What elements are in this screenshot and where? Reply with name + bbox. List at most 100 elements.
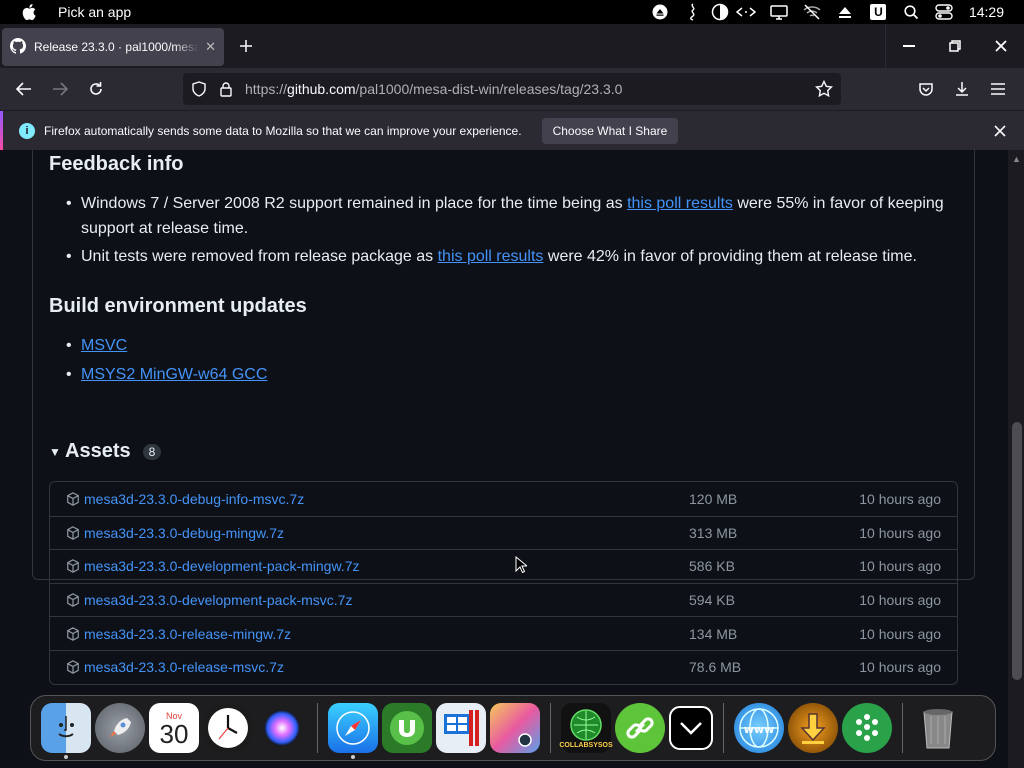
- menu-hamburger-icon[interactable]: [980, 73, 1016, 105]
- www-globe-icon[interactable]: www: [734, 703, 784, 753]
- utorrent-icon[interactable]: [382, 703, 432, 753]
- scroll-up-icon[interactable]: ▲: [1012, 154, 1021, 164]
- assets-header[interactable]: ▼ Assets 8: [49, 440, 162, 463]
- chevron-down-icon[interactable]: [669, 706, 713, 750]
- feedback-heading: Feedback info: [49, 153, 184, 175]
- macos-dock: Nov 30 COLLABSYSOS www: [30, 695, 996, 761]
- pocket-icon[interactable]: [908, 73, 944, 105]
- reload-button[interactable]: [78, 73, 114, 105]
- wifi-off-icon[interactable]: [796, 0, 829, 24]
- link-chain-icon[interactable]: [615, 703, 665, 753]
- asset-size: 594 KB: [689, 592, 735, 609]
- asset-date: 10 hours ago: [859, 558, 941, 575]
- window-controls: [885, 24, 1024, 68]
- tab-close-icon[interactable]: ✕: [205, 39, 216, 55]
- page-viewport: Feedback info Windows 7 / Server 2008 R2…: [0, 150, 1008, 768]
- back-button[interactable]: [6, 73, 42, 105]
- contrast-icon[interactable]: [710, 0, 730, 24]
- active-app-name[interactable]: Pick an app: [58, 4, 131, 20]
- parallels-icon[interactable]: [436, 703, 486, 753]
- asset-row: mesa3d-23.3.0-development-pack-msvc.7z 59…: [50, 582, 957, 617]
- msvc-link[interactable]: MSVC: [81, 337, 127, 354]
- poll-results-link[interactable]: this poll results: [627, 195, 733, 212]
- close-window-button[interactable]: [978, 24, 1024, 68]
- upload-triangle-icon[interactable]: [829, 0, 862, 24]
- tracking-shield-icon[interactable]: [191, 81, 207, 97]
- feedback-item: Windows 7 / Server 2008 R2 support remai…: [49, 191, 949, 241]
- clock-icon[interactable]: [203, 703, 253, 753]
- asset-download-link[interactable]: mesa3d-23.3.0-development-pack-msvc.7z: [84, 592, 352, 608]
- tab-title: Release 23.3.0 · pal1000/mesa-dist-win: [34, 40, 199, 54]
- page-scrollbar[interactable]: ▲: [1008, 150, 1024, 768]
- search-icon[interactable]: [895, 0, 928, 24]
- eject-circle-icon[interactable]: [644, 0, 677, 24]
- feedback-list: Windows 7 / Server 2008 R2 support remai…: [49, 191, 949, 269]
- asset-download-link[interactable]: mesa3d-23.3.0-development-pack-mingw.7z: [84, 558, 359, 574]
- build-env-heading: Build environment updates: [49, 295, 307, 317]
- notification-close-icon[interactable]: [990, 121, 1010, 141]
- caret-down-icon[interactable]: ▼: [49, 445, 65, 459]
- msys2-link[interactable]: MSYS2 MinGW-w64 GCC: [81, 366, 267, 383]
- asset-row: mesa3d-23.3.0-debug-mingw.7z 313 MB 10 hou…: [50, 515, 957, 550]
- package-icon: [66, 626, 82, 641]
- code-arrows-icon[interactable]: [730, 0, 763, 24]
- package-icon: [66, 593, 82, 607]
- restore-button[interactable]: [932, 24, 978, 68]
- asset-row: mesa3d-23.3.0-debug-info-msvc.7z 120 MB 10…: [50, 482, 957, 516]
- asset-download-link[interactable]: mesa3d-23.3.0-debug-info-msvc.7z: [84, 491, 304, 507]
- group-people-icon[interactable]: [842, 703, 892, 753]
- build-env-list: MSVC MSYS2 MinGW-w64 GCC: [49, 333, 949, 387]
- browser-nav-bar: https://github.com/pal1000/mesa-dist-win…: [0, 68, 1024, 110]
- package-icon: [66, 559, 82, 574]
- launchpad-icon[interactable]: [95, 703, 145, 753]
- assets-table: mesa3d-23.3.0-debug-info-msvc.7z 120 MB 10…: [49, 481, 958, 685]
- preview-icon[interactable]: [490, 703, 540, 753]
- macos-menu-bar: Pick an app U 14:29: [0, 0, 1024, 24]
- forward-button[interactable]: [42, 73, 78, 105]
- browser-tab-bar: Release 23.3.0 · pal1000/mesa-dist-win ✕: [0, 24, 1024, 68]
- asset-download-link[interactable]: mesa3d-23.3.0-release-mingw.7z: [84, 626, 291, 642]
- display-icon[interactable]: [763, 0, 796, 24]
- downloader-arrow-icon[interactable]: [788, 703, 838, 753]
- assets-title[interactable]: Assets: [65, 440, 131, 463]
- control-center-icon[interactable]: [928, 0, 961, 24]
- siri-icon[interactable]: [257, 703, 307, 753]
- url-text[interactable]: https://github.com/pal1000/mesa-dist-win…: [245, 81, 622, 97]
- asset-row: mesa3d-23.3.0-release-mingw.7z 134 MB 10 h…: [50, 616, 957, 650]
- package-icon: [66, 491, 82, 506]
- collabsysos-icon[interactable]: COLLABSYSOS: [559, 703, 613, 753]
- choose-what-i-share-button[interactable]: Choose What I Share: [541, 117, 679, 144]
- asset-download-link[interactable]: mesa3d-23.3.0-debug-mingw.7z: [84, 525, 284, 541]
- safari-icon[interactable]: [328, 703, 378, 759]
- asset-date: 10 hours ago: [859, 592, 941, 609]
- trash-icon[interactable]: [913, 703, 963, 753]
- asset-size: 586 KB: [689, 558, 735, 575]
- scrollbar-thumb[interactable]: [1012, 422, 1022, 680]
- github-icon: [10, 37, 26, 57]
- tab-release[interactable]: Release 23.3.0 · pal1000/mesa-dist-win ✕: [2, 28, 224, 66]
- notification-message: Firefox automatically sends some data to…: [44, 123, 522, 138]
- wave-icon[interactable]: [677, 0, 710, 24]
- new-tab-button[interactable]: [226, 26, 266, 66]
- package-icon: [66, 526, 82, 540]
- asset-size: 78.6 MB: [689, 659, 742, 676]
- finder-icon[interactable]: [41, 703, 91, 759]
- asset-date: 10 hours ago: [859, 524, 941, 541]
- lock-icon[interactable]: [219, 81, 233, 97]
- svg-text:www: www: [744, 723, 775, 736]
- asset-size: 134 MB: [689, 625, 738, 642]
- menu-bar-clock[interactable]: 14:29: [969, 4, 1004, 20]
- calendar-icon[interactable]: Nov 30: [149, 703, 199, 753]
- build-env-item: MSYS2 MinGW-w64 GCC: [49, 362, 949, 387]
- package-icon: [66, 660, 82, 675]
- url-bar[interactable]: https://github.com/pal1000/mesa-dist-win…: [183, 73, 841, 105]
- mouse-cursor-icon: [515, 555, 529, 579]
- poll-results-link[interactable]: this poll results: [438, 248, 544, 265]
- bookmark-star-icon[interactable]: [815, 80, 833, 98]
- asset-download-link[interactable]: mesa3d-23.3.0-release-msvc.7z: [84, 659, 284, 675]
- minimize-button[interactable]: [886, 24, 932, 68]
- apple-icon[interactable]: [22, 4, 38, 20]
- assets-count-badge: 8: [142, 443, 162, 460]
- u-badge-icon[interactable]: U: [862, 0, 895, 24]
- downloads-icon[interactable]: [944, 73, 980, 105]
